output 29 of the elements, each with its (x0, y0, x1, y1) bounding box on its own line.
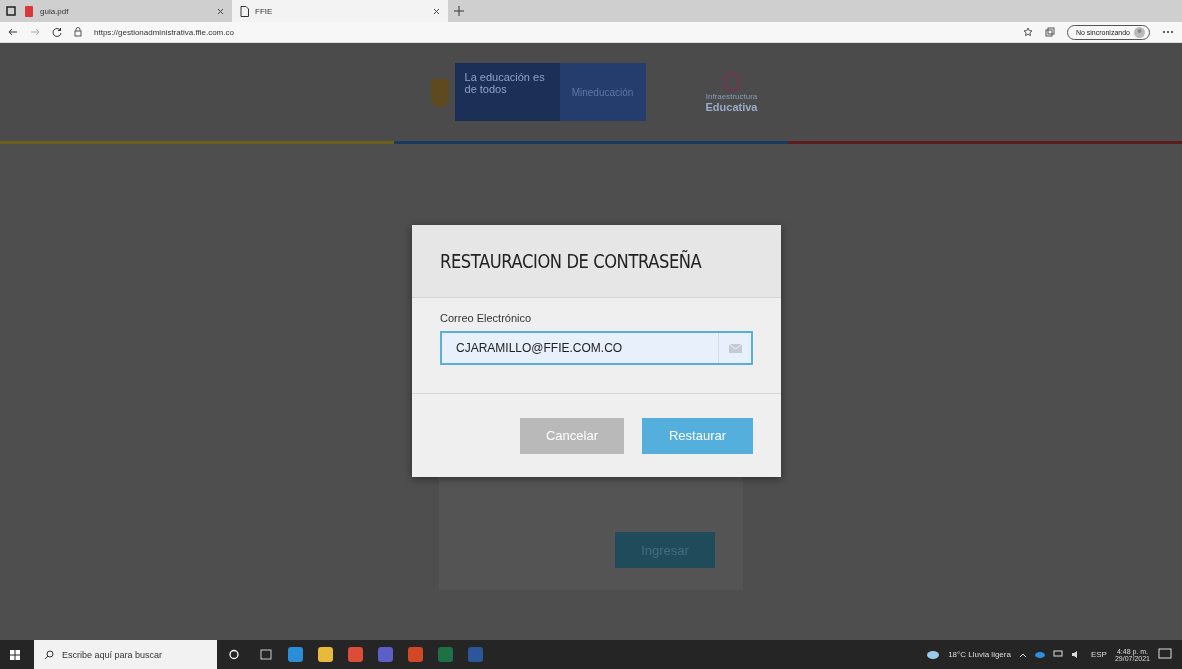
pdf-file-icon (24, 5, 34, 17)
weather-text: 18°C Lluvia ligera (948, 650, 1011, 659)
search-icon (44, 649, 54, 660)
email-field[interactable]: CJARAMILLO@FFIE.COM.CO (440, 331, 753, 365)
field-label: Correo Electrónico (440, 312, 533, 324)
chevron-up-icon[interactable] (1018, 651, 1027, 658)
logo-icon (722, 71, 741, 92)
address-field[interactable]: https://gestionadministrativa.ffie.com.co (94, 27, 1011, 37)
slogan-banner: La educación es de todos (454, 63, 560, 121)
close-icon[interactable] (217, 7, 224, 15)
collections-icon[interactable] (1044, 27, 1055, 37)
refresh-icon[interactable] (52, 27, 62, 37)
back-icon[interactable] (8, 27, 18, 37)
brand-name: Educativa (705, 100, 758, 113)
language-indicator[interactable]: ESP (1090, 650, 1107, 659)
close-icon[interactable] (433, 7, 440, 15)
taskbar-search-field[interactable]: Escribe aquí para buscar (34, 640, 217, 669)
network-icon[interactable] (1052, 650, 1063, 659)
dialog-title: RESTAURACION DE CONTRASEÑA (440, 250, 702, 272)
more-icon[interactable] (1162, 30, 1174, 34)
envelope-icon (728, 343, 742, 353)
notifications-icon[interactable] (1158, 648, 1172, 661)
lock-icon (74, 27, 82, 37)
star-icon[interactable] (1022, 27, 1033, 37)
ministry-banner: Mineducación (559, 63, 646, 121)
avatar-icon (1134, 26, 1145, 38)
brand-caption: Infraestructura (705, 91, 758, 101)
page-icon (240, 5, 249, 17)
browser-tab[interactable]: FFIE (232, 0, 448, 22)
